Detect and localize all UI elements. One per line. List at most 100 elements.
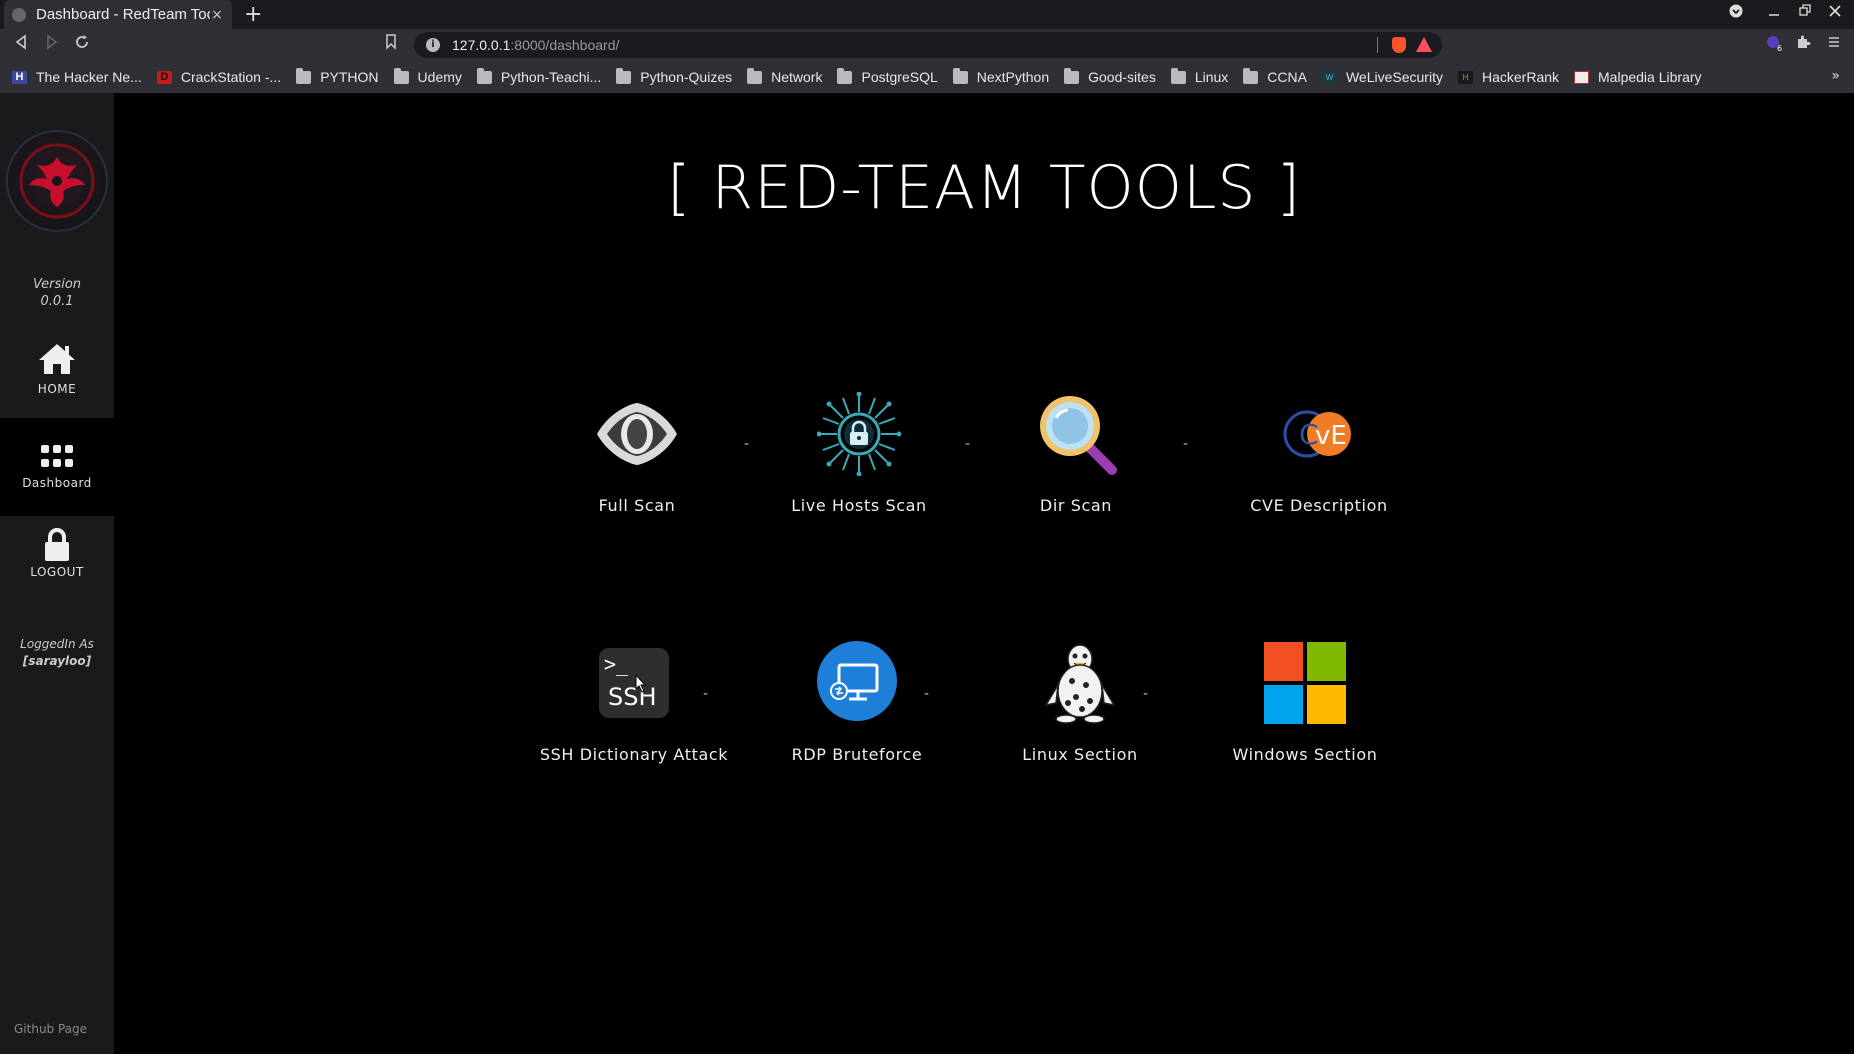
bookmark-label: Python-Teachi... bbox=[500, 69, 602, 85]
address-bar[interactable]: i 127.0.0.1 :8000/dashboard/ bbox=[414, 32, 1442, 58]
tab-search-icon[interactable] bbox=[1729, 4, 1743, 22]
separator: - bbox=[703, 686, 709, 702]
folder-icon bbox=[952, 67, 968, 84]
bookmarks-bar: H The Hacker Ne... D CrackStation -... PYTHO… bbox=[0, 61, 1854, 93]
folder-icon bbox=[616, 67, 632, 84]
folder-icon bbox=[837, 67, 853, 84]
ssh-prompt: >_ bbox=[604, 652, 629, 676]
forward-icon[interactable] bbox=[45, 34, 59, 54]
bookmark-item[interactable]: Udemy bbox=[393, 67, 462, 85]
bookmark-item[interactable]: Linux bbox=[1170, 67, 1229, 85]
bookmark-label: NextPython bbox=[976, 69, 1050, 85]
sidebar-item-logout[interactable]: LOGOUT bbox=[0, 513, 114, 593]
sidebar-item-home[interactable]: HOME bbox=[0, 320, 114, 418]
folder-icon bbox=[1064, 67, 1080, 84]
tool-windows-section[interactable]: Windows Section bbox=[1205, 641, 1405, 764]
bookmark-label: Python-Quizes bbox=[640, 69, 733, 85]
grid-icon bbox=[41, 445, 73, 467]
bookmark-label: Malpedia Library bbox=[1598, 69, 1702, 85]
tab-title: Dashboard - RedTeam Too bbox=[36, 6, 210, 23]
reload-icon[interactable] bbox=[74, 34, 90, 54]
separator: - bbox=[924, 686, 930, 702]
url-host: 127.0.0.1 bbox=[452, 37, 511, 53]
sidebar-item-dashboard[interactable]: Dashboard bbox=[0, 418, 114, 516]
folder-icon bbox=[1243, 67, 1259, 84]
bookmark-item[interactable]: NextPython bbox=[952, 67, 1050, 85]
windows-logo-icon bbox=[1263, 641, 1347, 725]
bookmark-label: HackerRank bbox=[1481, 69, 1560, 85]
github-link[interactable]: Github Page bbox=[14, 1022, 87, 1036]
username: [sarayloo] bbox=[22, 654, 92, 668]
extensions-puzzle-icon[interactable] bbox=[1795, 34, 1811, 54]
remote-desktop-icon bbox=[815, 641, 899, 725]
tool-full-scan[interactable]: Full Scan bbox=[537, 392, 737, 515]
bookmark-icon[interactable] bbox=[385, 34, 397, 54]
back-icon[interactable] bbox=[14, 34, 28, 54]
home-icon bbox=[39, 344, 75, 374]
tab-close-icon[interactable]: × bbox=[210, 7, 224, 23]
folder-icon bbox=[1170, 67, 1186, 84]
bookmark-label: WeLiveSecurity bbox=[1345, 69, 1443, 85]
bookmark-item[interactable]: CCNA bbox=[1243, 67, 1307, 85]
bookmark-item[interactable]: Malpedia Library bbox=[1574, 69, 1702, 85]
site-favicon-icon: W bbox=[1321, 70, 1337, 84]
circuit-lock-icon bbox=[817, 392, 901, 476]
bookmark-label: The Hacker Ne... bbox=[36, 69, 142, 85]
bookmark-item[interactable]: Good-sites bbox=[1064, 67, 1156, 85]
version-label: Version bbox=[32, 277, 82, 292]
new-tab-button[interactable]: + bbox=[244, 2, 262, 27]
tool-label: Live Hosts Scan bbox=[791, 496, 927, 515]
tool-label: Dir Scan bbox=[1039, 496, 1113, 515]
app-logo bbox=[6, 130, 108, 232]
separator: - bbox=[1143, 686, 1149, 702]
extension-badge-icon[interactable]: 6 bbox=[1765, 34, 1783, 56]
restore-icon[interactable] bbox=[1799, 4, 1811, 22]
bookmark-item[interactable]: PostgreSQL bbox=[837, 67, 938, 85]
tab-favicon-icon bbox=[12, 7, 26, 22]
bookmark-item[interactable]: H The Hacker Ne... bbox=[12, 69, 142, 85]
tool-linux-section[interactable]: Linux Section bbox=[980, 641, 1180, 764]
tool-label: Full Scan bbox=[598, 496, 676, 515]
sidebar-item-label: HOME bbox=[37, 382, 77, 396]
eye-icon bbox=[595, 392, 679, 476]
bookmark-item[interactable]: D CrackStation -... bbox=[156, 69, 282, 85]
bookmark-item[interactable]: Python-Teachi... bbox=[476, 67, 602, 85]
close-window-icon[interactable] bbox=[1829, 4, 1841, 22]
folder-icon bbox=[393, 67, 409, 84]
lock-icon bbox=[45, 528, 69, 561]
browser-tab-active[interactable]: Dashboard - RedTeam Too × bbox=[4, 0, 232, 29]
main-content: [ RED-TEAM TOOLS ] Full Scan - Live Host… bbox=[114, 93, 1854, 1054]
bookmarks-overflow-button[interactable]: » bbox=[1831, 68, 1840, 84]
bookmark-item[interactable]: Network bbox=[747, 67, 823, 85]
sidebar-item-label: LOGOUT bbox=[30, 565, 84, 579]
brave-rewards-icon[interactable] bbox=[1416, 37, 1432, 52]
bookmark-label: CCNA bbox=[1267, 69, 1307, 85]
minimize-icon[interactable] bbox=[1768, 4, 1780, 22]
bookmark-label: Network bbox=[771, 69, 823, 85]
sidebar: Version 0.0.1 HOME Dashboard LOGOUT Logg… bbox=[0, 93, 114, 1054]
bookmark-label: CrackStation -... bbox=[180, 69, 282, 85]
bookmark-item[interactable]: PYTHON bbox=[296, 67, 379, 85]
ssh-terminal-icon: >_ SSH bbox=[592, 641, 676, 725]
sidebar-item-label: Dashboard bbox=[22, 476, 92, 490]
folder-icon bbox=[296, 67, 312, 84]
tool-dir-scan[interactable]: Dir Scan bbox=[976, 392, 1176, 515]
bookmark-label: Linux bbox=[1194, 69, 1229, 85]
tool-ssh-dictionary-attack[interactable]: >_ SSH SSH Dictionary Attack bbox=[534, 641, 734, 764]
tux-penguin-icon bbox=[1038, 641, 1122, 725]
folder-icon bbox=[476, 67, 492, 84]
site-info-icon[interactable]: i bbox=[426, 38, 440, 52]
tool-label: RDP Bruteforce bbox=[791, 745, 923, 764]
bookmark-item[interactable]: H HackerRank bbox=[1457, 69, 1560, 85]
tool-cve-description[interactable]: C vE CVE Description bbox=[1219, 392, 1419, 515]
bookmark-label: Udemy bbox=[417, 69, 462, 85]
brave-shields-icon[interactable] bbox=[1392, 37, 1406, 53]
tool-live-hosts-scan[interactable]: Live Hosts Scan bbox=[759, 392, 959, 515]
bookmark-item[interactable]: Python-Quizes bbox=[616, 67, 733, 85]
bookmark-item[interactable]: W WeLiveSecurity bbox=[1321, 69, 1443, 85]
logged-in-label: LoggedIn As bbox=[20, 637, 94, 651]
svg-text:6: 6 bbox=[1777, 44, 1782, 52]
tool-rdp-bruteforce[interactable]: RDP Bruteforce bbox=[757, 641, 957, 764]
menu-icon[interactable] bbox=[1827, 34, 1841, 54]
version-info: Version 0.0.1 bbox=[0, 276, 114, 310]
